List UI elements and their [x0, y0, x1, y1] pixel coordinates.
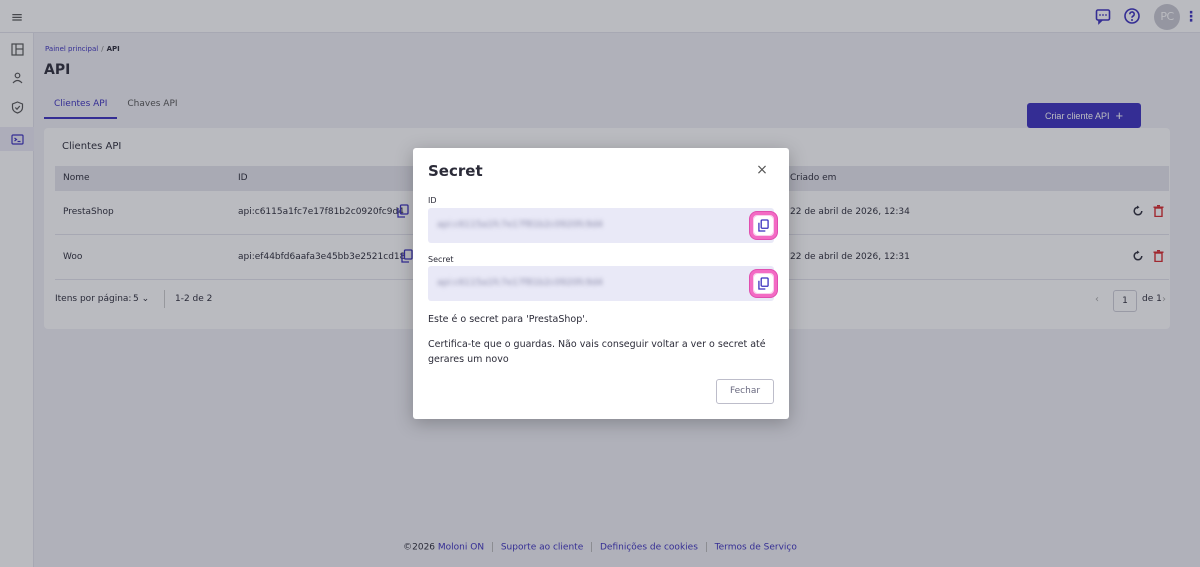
id-field-label: ID [428, 196, 437, 205]
secret-dialog: Secret × ID api:c6115a1fc7e17f81b2c0920f… [413, 148, 789, 419]
secret-field: api:c6115a1fc7e17f81b2c0920fc9d4 [428, 266, 777, 301]
close-icon[interactable]: × [754, 162, 770, 178]
secret-field-value: api:c6115a1fc7e17f81b2c0920fc9d4 [437, 278, 603, 288]
copy-icon [758, 277, 769, 290]
dialog-title: Secret [428, 162, 483, 180]
copy-icon [758, 219, 769, 232]
copy-secret-button[interactable] [750, 270, 777, 297]
secret-field-label: Secret [428, 255, 454, 264]
copy-id-button[interactable] [750, 212, 777, 239]
id-field: api:c6115a1fc7e17f81b2c0920fc9d4 [428, 208, 777, 243]
id-field-value: api:c6115a1fc7e17f81b2c0920fc9d4 [437, 220, 603, 230]
secret-warning-text: Certifica-te que o guardas. Não vais con… [428, 339, 766, 365]
close-dialog-button[interactable]: Fechar [716, 379, 774, 404]
secret-info-text: Este é o secret para 'PrestaShop'. [428, 314, 588, 325]
